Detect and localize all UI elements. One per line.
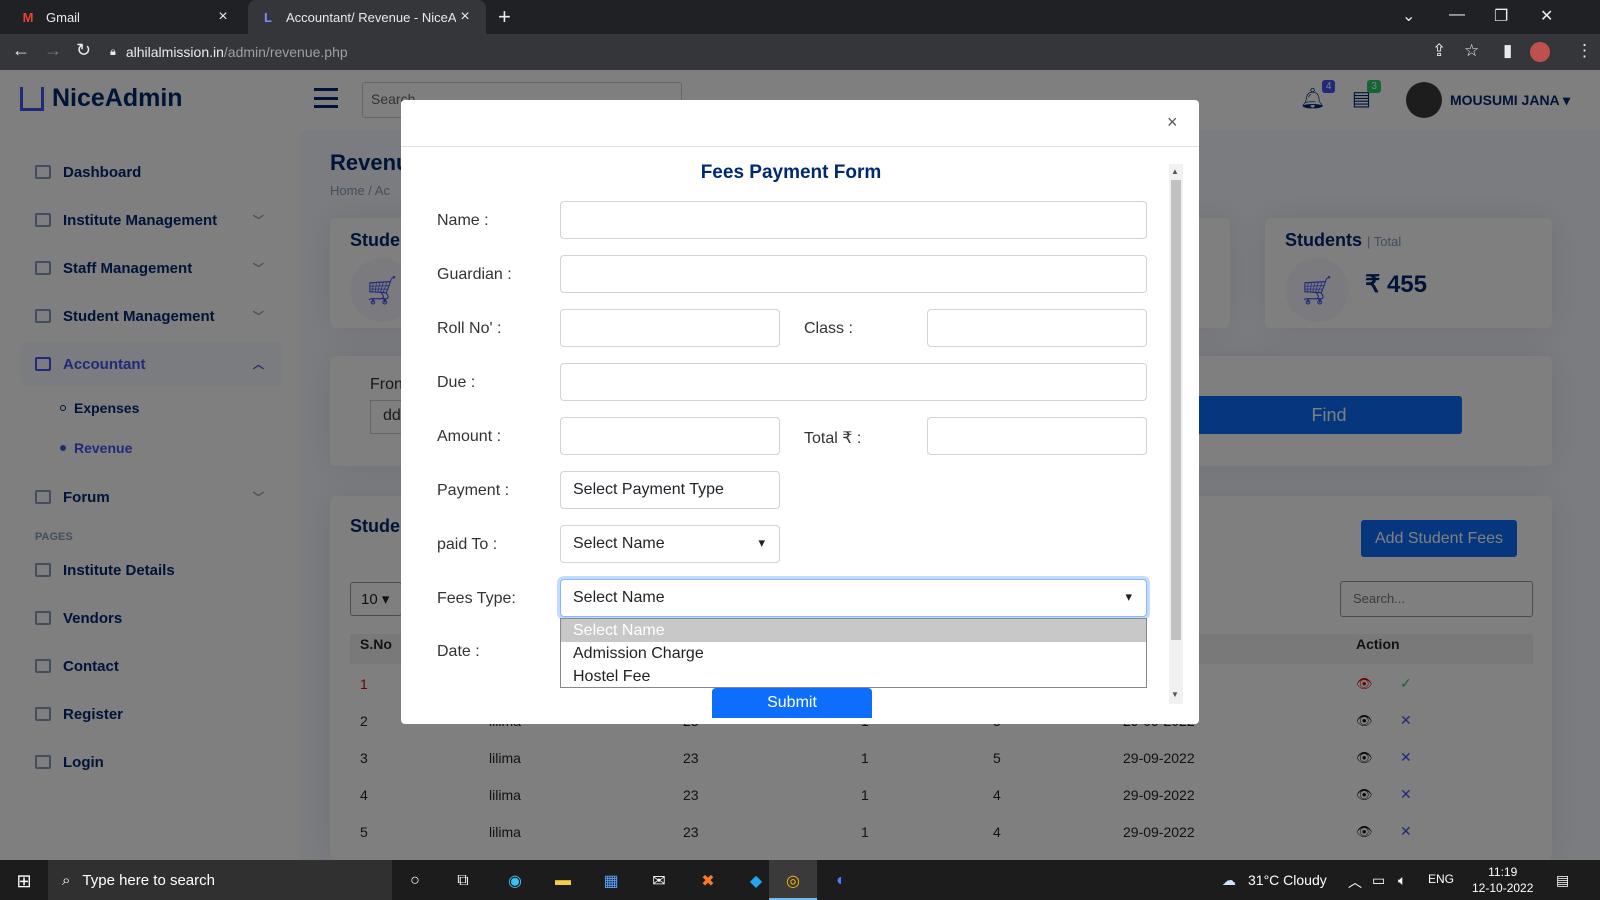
scroll-down-icon[interactable]: ▼ <box>1171 690 1179 699</box>
payment-type-value: Select Payment Type <box>573 481 724 498</box>
name-label: Name : <box>437 212 489 229</box>
paid-to-select[interactable]: Select Name ▾ <box>560 525 780 563</box>
date-label: Date : <box>437 643 480 660</box>
fees-type-label: Fees Type: <box>437 590 516 607</box>
store-icon[interactable]: ▦ <box>600 870 622 892</box>
restore-icon[interactable]: ❐ <box>1494 6 1508 26</box>
profile-avatar-icon[interactable] <box>1530 42 1550 62</box>
dropdown-option[interactable]: Admission Charge <box>561 642 1146 665</box>
forward-icon[interactable]: → <box>44 40 62 61</box>
fees-type-value: Select Name <box>573 589 665 606</box>
payment-label: Payment : <box>437 482 510 499</box>
submit-button[interactable]: Submit <box>712 688 872 718</box>
close-tab-icon[interactable]: × <box>456 8 474 26</box>
total-label: Total ₹ : <box>804 430 862 447</box>
lock-icon: 🔒︎ <box>110 45 116 58</box>
gmail-icon: M <box>22 9 34 25</box>
mail-icon[interactable]: ✉ <box>648 870 670 892</box>
share-icon[interactable]: ⇪ <box>1432 41 1446 61</box>
cortana-icon[interactable]: ○ <box>404 870 426 892</box>
modal-scrollbar[interactable]: ▲ ▼ <box>1169 164 1183 704</box>
weather-text[interactable]: 31°C Cloudy <box>1248 872 1327 888</box>
minimize-icon[interactable]: — <box>1449 6 1465 24</box>
task-view-icon[interactable]: ⧉ <box>452 870 474 892</box>
total-field[interactable] <box>927 417 1147 455</box>
volume-icon[interactable]: 🔈︎ <box>1398 872 1406 889</box>
dropdown-option[interactable]: Hostel Fee <box>561 665 1146 688</box>
form-title: Fees Payment Form <box>700 162 882 183</box>
scrollbar-thumb[interactable] <box>1171 180 1181 640</box>
tab-label: Accountant/ Revenue - NiceAdm <box>286 9 456 25</box>
chrome-icon[interactable]: ◎ <box>782 870 804 892</box>
close-icon[interactable]: × <box>1167 112 1178 133</box>
due-label: Due : <box>437 374 476 391</box>
guardian-field[interactable] <box>560 255 1147 293</box>
address-bar[interactable]: 🔒︎ alhilalmission.in /admin/revenue.php <box>110 38 1400 66</box>
roll-field[interactable] <box>560 309 780 347</box>
window-close-icon[interactable]: ✕ <box>1540 6 1553 26</box>
language-indicator[interactable]: ENG <box>1428 872 1454 886</box>
browser-tab-bar: M Gmail × L Accountant/ Revenue - NiceAd… <box>0 0 1600 34</box>
chevron-up-icon[interactable]: ︿ <box>1348 872 1362 892</box>
reload-icon[interactable]: ↻ <box>76 40 91 61</box>
taskbar: ⊞ ⌕ Type here to search ○ ⧉ ◉ ▬ ▦ ✉ ✖ ◆ … <box>0 860 1600 900</box>
search-icon: ⌕ <box>62 871 71 889</box>
scroll-up-icon[interactable]: ▲ <box>1171 167 1179 176</box>
browser-toolbar: ← → ↻ 🔒︎ alhilalmission.in /admin/revenu… <box>0 34 1600 70</box>
network-icon[interactable]: ▭ <box>1372 872 1385 889</box>
amount-field[interactable] <box>560 417 780 455</box>
modal-divider <box>401 146 1199 147</box>
side-panel-icon[interactable]: ▮ <box>1503 41 1512 61</box>
paid-to-value: Select Name <box>573 535 665 552</box>
amount-label: Amount : <box>437 428 502 445</box>
roll-label: Roll No' : <box>437 320 502 337</box>
clock-date: 12-10-2022 <box>1472 881 1534 895</box>
class-label: Class : <box>804 320 853 337</box>
bookmark-star-icon[interactable]: ☆ <box>1464 41 1479 61</box>
tab-label: Gmail <box>46 9 80 25</box>
tab-revenue[interactable]: L Accountant/ Revenue - NiceAdm × <box>248 0 486 34</box>
eclipse-icon[interactable]: ◐ <box>830 870 852 892</box>
file-explorer-icon[interactable]: ▬ <box>552 870 574 892</box>
menu-kebab-icon[interactable]: ⋮ <box>1576 41 1593 61</box>
fees-type-select[interactable]: Select Name ▾ <box>560 579 1147 617</box>
tab-search-icon[interactable]: ⌄ <box>1402 6 1415 26</box>
url-path: /admin/revenue.php <box>223 44 348 60</box>
dropdown-option[interactable]: Select Name <box>561 619 1146 642</box>
niceadmin-favicon-icon: L <box>264 9 272 25</box>
windows-start-icon[interactable]: ⊞ <box>13 870 35 892</box>
clock[interactable]: 11:19 12-10-2022 <box>1472 864 1533 896</box>
url-domain: alhilalmission.in <box>125 44 224 60</box>
guardian-label: Guardian : <box>437 266 512 283</box>
fees-payment-modal: × Fees Payment Form Name : Guardian : Ro… <box>401 100 1199 724</box>
vscode-icon[interactable]: ◆ <box>745 870 767 892</box>
taskbar-search-placeholder: Type here to search <box>82 871 215 889</box>
edge-icon[interactable]: ◉ <box>504 870 526 892</box>
xampp-icon[interactable]: ✖ <box>697 870 719 892</box>
close-tab-icon[interactable]: × <box>214 8 232 26</box>
class-field[interactable] <box>927 309 1147 347</box>
name-field[interactable] <box>560 201 1147 239</box>
new-tab-icon[interactable]: + <box>498 4 511 30</box>
notifications-icon[interactable]: ▤ <box>1556 872 1569 889</box>
paid-to-label: paid To : <box>437 536 498 553</box>
chevron-down-icon: ▾ <box>758 535 765 550</box>
back-icon[interactable]: ← <box>12 40 30 61</box>
fees-type-dropdown: Select Name Admission Charge Hostel Fee <box>560 618 1147 688</box>
payment-type-field[interactable]: Select Payment Type <box>560 471 780 509</box>
taskbar-search[interactable]: ⌕ Type here to search <box>48 860 392 900</box>
due-field[interactable] <box>560 363 1147 401</box>
cloud-icon: ☁ <box>1222 872 1236 888</box>
chevron-down-icon: ▾ <box>1125 589 1132 604</box>
clock-time: 11:19 <box>1488 865 1518 879</box>
tab-gmail[interactable]: M Gmail × <box>8 0 244 34</box>
